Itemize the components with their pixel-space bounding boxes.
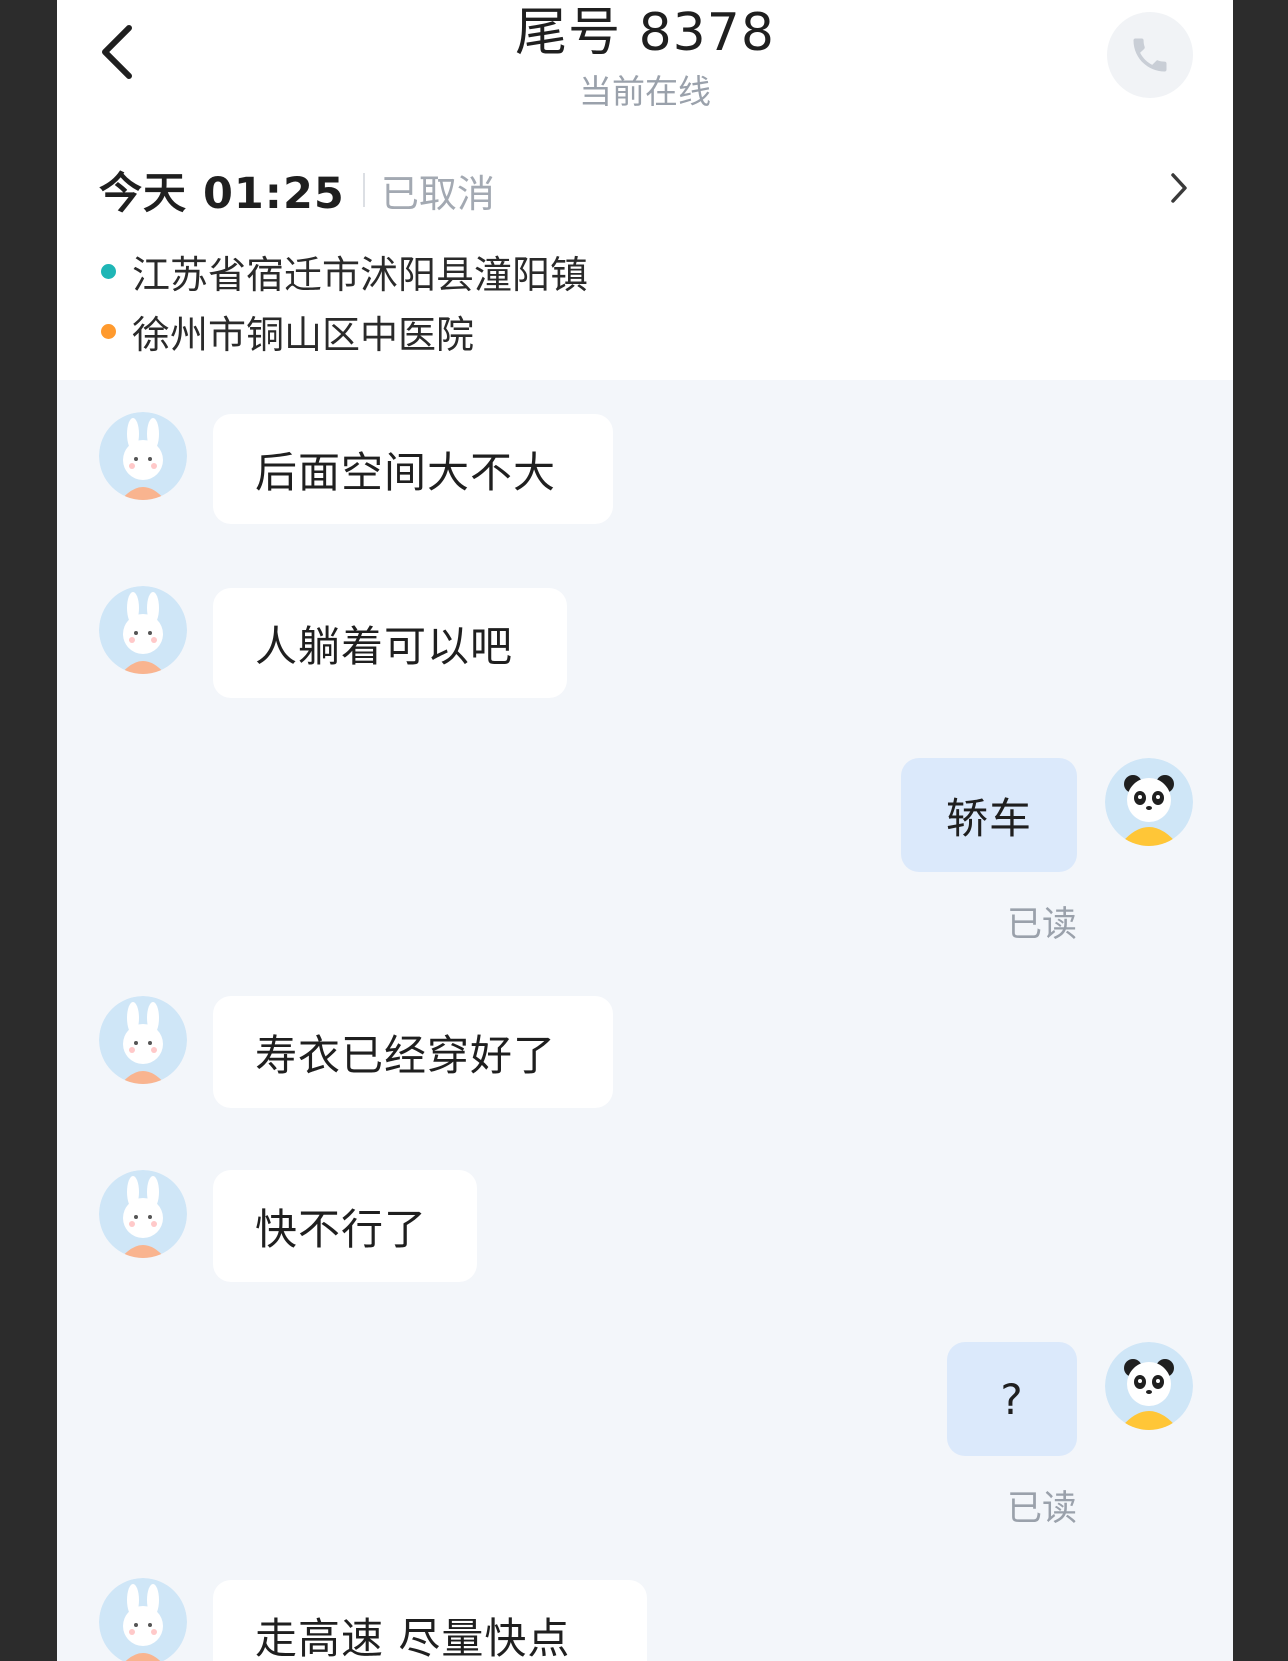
panda-avatar-icon	[1105, 758, 1193, 846]
call-button[interactable]	[1107, 12, 1193, 98]
destination-address: 徐州市铜山区中医院	[99, 306, 475, 357]
panda-avatar-icon	[1105, 1342, 1193, 1430]
phone-icon	[1133, 38, 1167, 72]
order-header: 今天 01:25 已取消	[99, 162, 495, 219]
message-bubble-outgoing[interactable]: ?	[947, 1342, 1077, 1456]
message-bubble-outgoing[interactable]: 轿车	[901, 758, 1077, 872]
bunny-avatar-icon	[99, 1170, 187, 1258]
passenger-avatar[interactable]	[99, 586, 187, 674]
order-time: 今天 01:25	[99, 169, 345, 219]
origin-address: 江苏省宿迁市沭阳县潼阳镇	[99, 246, 589, 297]
page-title: 尾号 8378	[515, 3, 775, 63]
message-bubble[interactable]: 人躺着可以吧	[213, 588, 567, 698]
driver-avatar[interactable]	[1105, 758, 1193, 846]
message-bubble[interactable]: 快不行了	[213, 1170, 477, 1282]
origin-text: 江苏省宿迁市沭阳县潼阳镇	[132, 252, 589, 297]
read-receipt: 已读	[1006, 1489, 1077, 1529]
bunny-avatar-icon	[99, 1578, 187, 1661]
order-status: 已取消	[380, 171, 495, 216]
header-bar: 尾号 8378 当前在线	[57, 0, 1233, 113]
bunny-avatar-icon	[99, 996, 187, 1084]
passenger-avatar[interactable]	[99, 1170, 187, 1258]
read-receipt: 已读	[1006, 905, 1077, 945]
online-status: 当前在线	[579, 72, 711, 111]
bunny-avatar-icon	[99, 412, 187, 500]
message-bubble[interactable]: 后面空间大不大	[213, 414, 613, 524]
chat-screen: 尾号 8378 当前在线 今天 01:25 已取消 江苏省宿迁市沭阳县潼阳镇 徐…	[57, 0, 1233, 1661]
message-text: 走高速 尽量快点	[255, 1613, 571, 1661]
destination-text: 徐州市铜山区中医院	[132, 312, 475, 357]
driver-avatar[interactable]	[1105, 1342, 1193, 1430]
passenger-avatar[interactable]	[99, 412, 187, 500]
divider	[362, 173, 365, 207]
destination-dot-icon	[101, 323, 116, 339]
message-bubble[interactable]: 走高速 尽量快点	[213, 1580, 647, 1661]
bunny-avatar-icon	[99, 586, 187, 674]
passenger-avatar[interactable]	[99, 996, 187, 1084]
chevron-right-icon	[1171, 173, 1187, 203]
order-detail-button[interactable]	[1159, 168, 1199, 208]
passenger-avatar[interactable]	[99, 1578, 187, 1661]
origin-dot-icon	[101, 263, 116, 279]
message-bubble[interactable]: 寿衣已经穿好了	[213, 996, 613, 1108]
